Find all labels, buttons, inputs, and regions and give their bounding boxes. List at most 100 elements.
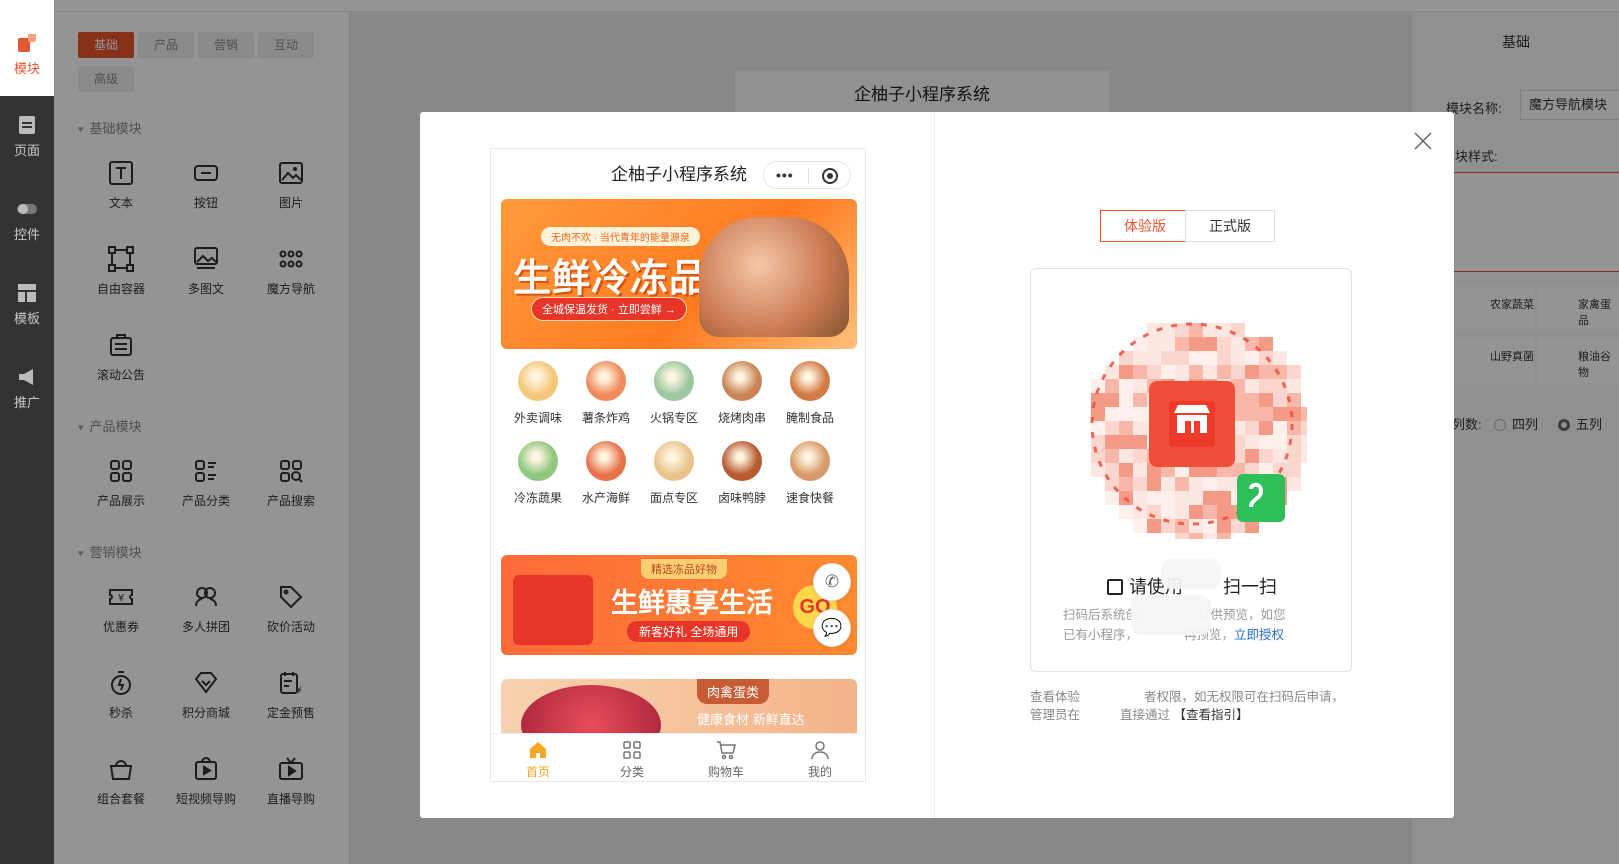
tab-release-version[interactable]: 正式版 bbox=[1185, 210, 1275, 242]
toggle-icon bbox=[17, 204, 37, 214]
banner-frozen-food[interactable]: 无肉不欢 · 当代青年的能量源泉 生鲜冷冻品 全城保温发货 · 立即尝鲜 → bbox=[501, 199, 857, 349]
qr-cell bbox=[1189, 505, 1203, 519]
qr-cell bbox=[1217, 365, 1231, 379]
category-item[interactable]: 外卖调味 bbox=[503, 361, 573, 426]
redaction-blur bbox=[1161, 559, 1221, 589]
close-target-icon[interactable] bbox=[822, 168, 838, 184]
banner-fresh-life[interactable]: 精选冻品好物 生鲜惠享生活 新客好礼 全场通用 GO bbox=[501, 555, 857, 655]
qr-cell bbox=[1133, 505, 1147, 519]
qr-cell bbox=[1231, 337, 1245, 351]
category-item[interactable]: 卤味鸭脖 bbox=[707, 441, 777, 506]
qr-cell bbox=[1147, 337, 1161, 351]
scan-desc-1: 扫码后系统创 bbox=[1063, 608, 1139, 622]
qr-cell bbox=[1161, 351, 1175, 365]
nav-item-page[interactable]: 页面 bbox=[0, 114, 54, 178]
qr-cell bbox=[1119, 421, 1133, 435]
category-label: 腌制食品 bbox=[785, 411, 834, 425]
qr-cell bbox=[1203, 533, 1217, 539]
qr-cell bbox=[1175, 519, 1189, 533]
qr-cell bbox=[1189, 351, 1203, 365]
qr-cell bbox=[1133, 491, 1147, 505]
phone-call-button[interactable]: ✆ bbox=[813, 563, 851, 601]
category-item[interactable]: 水产海鲜 bbox=[571, 441, 641, 506]
category-item[interactable]: 烧烤肉串 bbox=[707, 361, 777, 426]
view-guide-link[interactable]: 【查看指引】 bbox=[1174, 708, 1249, 722]
qr-cell bbox=[1259, 365, 1273, 379]
qr-cell bbox=[1217, 491, 1231, 505]
phone-tabbar: 首页 分类 购物车 我的 bbox=[491, 733, 865, 781]
category-image bbox=[790, 361, 830, 401]
banner-pill: 无肉不欢 · 当代青年的能量源泉 bbox=[541, 227, 700, 246]
qr-cell bbox=[1119, 365, 1133, 379]
mini-program-capsule[interactable]: ••• bbox=[763, 161, 851, 189]
qr-cell bbox=[1203, 365, 1217, 379]
qr-card: 请使用 扫一扫 扫码后系统创 以供预览，如您 已有小程序， 再预览，立即授权 bbox=[1030, 268, 1352, 672]
banner-cta[interactable]: 全城保温发货 · 立即尝鲜 → bbox=[531, 297, 687, 321]
qr-cell bbox=[1273, 351, 1287, 365]
qr-cell bbox=[1287, 421, 1301, 435]
qr-cell bbox=[1105, 407, 1119, 421]
qr-cell bbox=[1231, 365, 1245, 379]
note-1: 查看体验 bbox=[1030, 690, 1081, 704]
banner-meat[interactable]: 肉禽蛋类 健康食材 新鲜直达 bbox=[501, 679, 857, 739]
nav-item-promote[interactable]: 推广 bbox=[0, 366, 54, 430]
note-4: 直接通过 bbox=[1120, 708, 1171, 722]
category-label: 外卖调味 bbox=[513, 411, 562, 425]
tabbar-label: 购物车 bbox=[707, 765, 744, 779]
qr-cell bbox=[1217, 337, 1231, 351]
scan-desc-2: 以供预览，如您 bbox=[1198, 608, 1286, 622]
nav-item-template[interactable]: 模板 bbox=[0, 282, 54, 346]
note-2: 者权限，如无权限可在扫码后申请， bbox=[1144, 690, 1345, 704]
qr-cell bbox=[1161, 337, 1175, 351]
tabbar-label: 首页 bbox=[525, 765, 550, 779]
template-icon bbox=[18, 284, 36, 302]
qr-cell bbox=[1273, 407, 1287, 421]
tabbar-category[interactable]: 分类 bbox=[585, 740, 679, 780]
qr-cell bbox=[1287, 365, 1301, 379]
category-item[interactable]: 冷冻蔬果 bbox=[503, 441, 573, 506]
authorize-link[interactable]: 立即授权 bbox=[1234, 628, 1284, 642]
nav-label-page: 页面 bbox=[13, 143, 40, 158]
nav-item-blocks[interactable]: 模块 bbox=[0, 32, 54, 96]
tabbar-cart[interactable]: 购物车 bbox=[679, 740, 773, 780]
blocks-icon bbox=[18, 34, 36, 52]
tabbar-home[interactable]: 首页 bbox=[491, 740, 585, 780]
qr-cell bbox=[1175, 505, 1189, 519]
qr-cell bbox=[1133, 519, 1147, 533]
scan-desc-3: 已有小程序， bbox=[1063, 628, 1139, 642]
qr-cell bbox=[1133, 379, 1147, 393]
category-item[interactable]: 面点专区 bbox=[639, 441, 709, 506]
scan-frame-icon bbox=[1107, 579, 1123, 595]
qr-cell bbox=[1105, 435, 1119, 449]
category-label: 卤味鸭脖 bbox=[717, 491, 766, 505]
version-tabs: 体验版 正式版 bbox=[1100, 210, 1275, 242]
category-item[interactable]: 薯条炸鸡 bbox=[571, 361, 641, 426]
qr-cell bbox=[1175, 337, 1189, 351]
tabbar-mine[interactable]: 我的 bbox=[773, 740, 865, 780]
wechat-button[interactable]: 💬 bbox=[813, 609, 851, 647]
banner3-tag: 肉禽蛋类 bbox=[697, 679, 770, 704]
more-dots-icon[interactable]: ••• bbox=[776, 162, 794, 188]
qr-cell bbox=[1245, 407, 1259, 421]
qr-cell bbox=[1259, 449, 1273, 463]
qr-cell bbox=[1273, 365, 1287, 379]
food-basket-image bbox=[699, 217, 849, 337]
tabbar-label: 我的 bbox=[807, 765, 832, 779]
close-icon[interactable] bbox=[1412, 130, 1434, 152]
tab-trial-version[interactable]: 体验版 bbox=[1100, 210, 1190, 242]
category-label: 烧烤肉串 bbox=[717, 411, 766, 425]
qr-cell bbox=[1105, 421, 1119, 435]
qr-cell bbox=[1175, 365, 1189, 379]
capsule-separator bbox=[808, 168, 809, 184]
qr-cell bbox=[1203, 351, 1217, 365]
qr-cell bbox=[1287, 463, 1301, 477]
permission-note: 查看体验 者权限，如无权限可在扫码后申请， 管理员在 直接通过 【查看指引】 bbox=[1030, 688, 1360, 724]
qr-cell bbox=[1217, 505, 1231, 519]
category-item[interactable]: 火锅专区 bbox=[639, 361, 709, 426]
category-item[interactable]: 速食快餐 bbox=[775, 441, 845, 506]
category-label: 薯条炸鸡 bbox=[581, 411, 630, 425]
category-item[interactable]: 腌制食品 bbox=[775, 361, 845, 426]
nav-item-controls[interactable]: 控件 bbox=[0, 198, 54, 262]
qr-cell bbox=[1203, 505, 1217, 519]
qr-cell bbox=[1147, 491, 1161, 505]
